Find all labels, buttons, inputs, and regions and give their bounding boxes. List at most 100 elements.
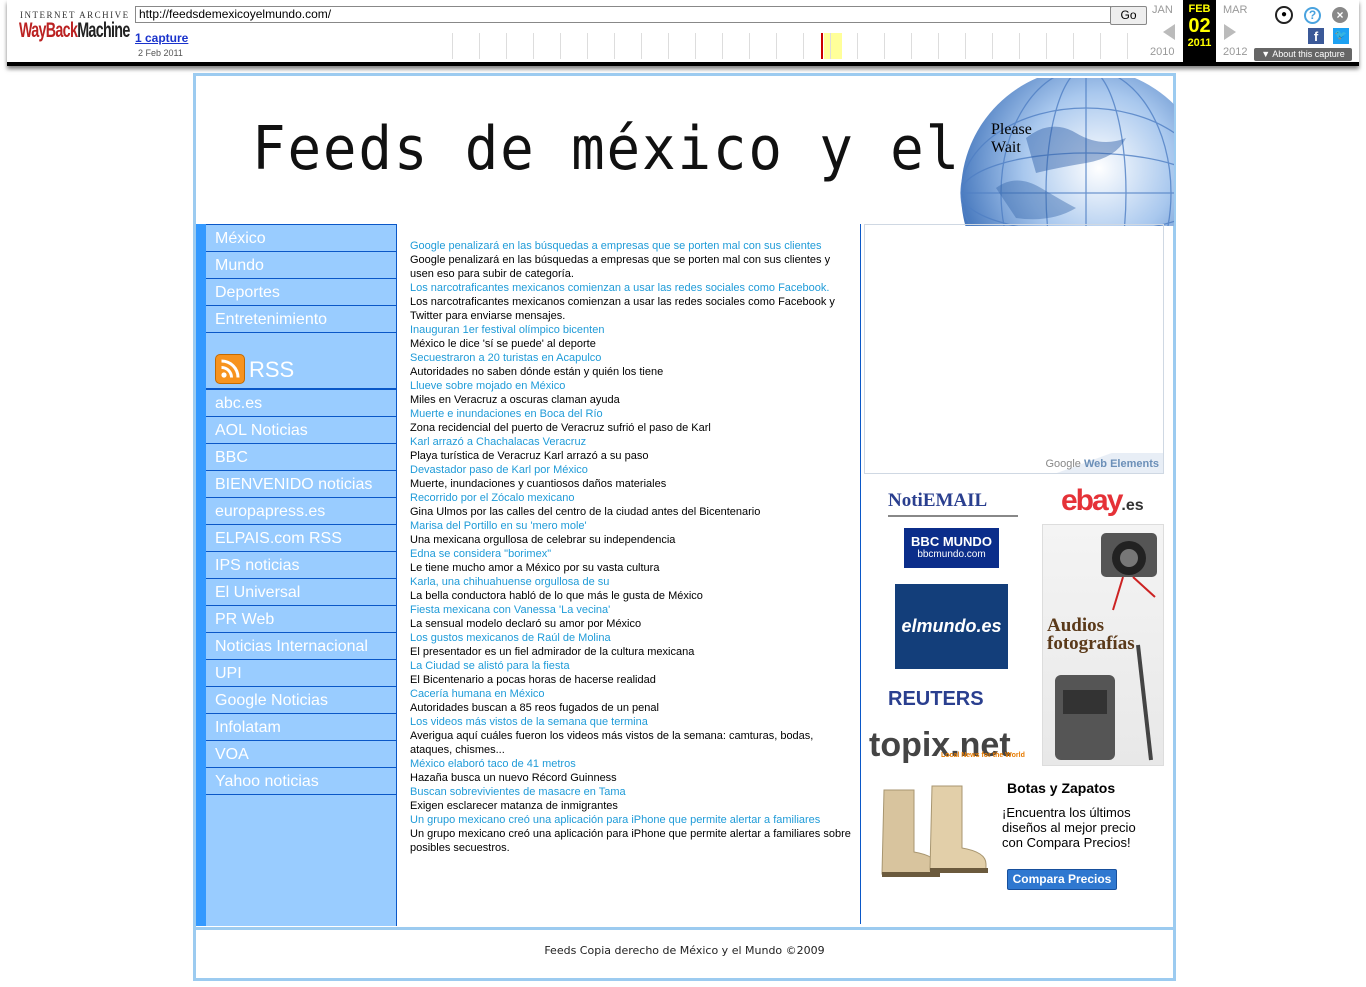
- feed-item-description: Los narcotraficantes mexicanos comienzan…: [410, 296, 835, 322]
- notiemail-logo[interactable]: NotiEMAIL: [888, 490, 987, 512]
- sidebar-item-yahoo[interactable]: Yahoo noticias: [206, 767, 396, 795]
- sparkline-tick: [830, 33, 831, 59]
- wayback-logo[interactable]: WayBackMachine: [19, 19, 130, 43]
- feed-item-title[interactable]: Buscan sobrevivientes de masacre en Tama: [410, 785, 854, 799]
- prev-capture-arrow-icon[interactable]: [1163, 24, 1175, 40]
- next-year-label[interactable]: 2012: [1223, 46, 1247, 58]
- google-web-elements-suffix: Web Elements: [1084, 458, 1159, 470]
- sidebar-item-bienvenido[interactable]: BIENVENIDO noticias: [206, 470, 396, 498]
- sidebar-item-upi[interactable]: UPI: [206, 659, 396, 687]
- next-capture-arrow-icon[interactable]: [1224, 24, 1236, 40]
- prev-month-label[interactable]: JAN: [1152, 4, 1173, 16]
- feed-item-title[interactable]: Karla, una chihuahuense orgullosa de su: [410, 575, 854, 589]
- feed-item-description: Exigen esclarecer matanza de inmigrantes: [410, 800, 618, 812]
- bbc-mundo-logo[interactable]: BBC MUNDO bbcmundo.com: [904, 528, 999, 568]
- feed-item-title[interactable]: Los narcotraficantes mexicanos comienzan…: [410, 281, 854, 295]
- google-web-elements-label[interactable]: Google Web Elements: [1045, 458, 1159, 470]
- sidebar-item-noticias-internacional[interactable]: Noticias Internacional: [206, 632, 396, 660]
- about-capture-button[interactable]: ▼ About this capture: [1254, 48, 1352, 61]
- topix-logo[interactable]: topix.net: [869, 726, 1011, 765]
- sparkline-tick: [452, 33, 453, 59]
- feed-item-title[interactable]: Google penalizará en las búsquedas a emp…: [410, 239, 854, 253]
- sidebar-item-infolatam[interactable]: Infolatam: [206, 713, 396, 741]
- sidebar-item-google-noticias[interactable]: Google Noticias: [206, 686, 396, 714]
- sparkline-tick: [587, 33, 588, 59]
- next-month-label[interactable]: MAR: [1223, 4, 1247, 16]
- sidebar-item-bbc[interactable]: BBC: [206, 443, 396, 471]
- captures-link[interactable]: 1 capture: [135, 31, 188, 45]
- footer-copyright: Feeds Copia derecho de México y el Mundo…: [544, 944, 825, 957]
- ebay-logo[interactable]: ebay.es: [1061, 484, 1144, 518]
- boots-image[interactable]: [876, 784, 988, 884]
- feed-item-title[interactable]: Recorrido por el Zócalo mexicano: [410, 491, 854, 505]
- sidebar-item-europapress[interactable]: europapress.es: [206, 497, 396, 525]
- sidebar-item-prweb[interactable]: PR Web: [206, 605, 396, 633]
- sidebar: México Mundo Deportes Entretenimiento RS…: [196, 224, 397, 926]
- feed-item-title[interactable]: Secuestraron a 20 turistas en Acapulco: [410, 351, 854, 365]
- capture-date: 2 Feb 2011: [138, 48, 183, 58]
- user-icon[interactable]: ●: [1275, 6, 1293, 24]
- feed-item-description: Le tiene mucho amor a México por su vast…: [410, 562, 660, 574]
- sidebar-item-aol[interactable]: AOL Noticias: [206, 416, 396, 444]
- about-capture-label: About this capture: [1272, 49, 1345, 59]
- feed-item-title[interactable]: Los gustos mexicanos de Raúl de Molina: [410, 631, 854, 645]
- sparkline-tick: [776, 33, 777, 59]
- twitter-icon[interactable]: 🐦: [1333, 28, 1349, 44]
- feed-item-title[interactable]: Edna se considera "borimex": [410, 547, 854, 561]
- wayback-logo-way: WayBack: [19, 19, 78, 42]
- sidebar-item-deportes[interactable]: Deportes: [206, 278, 396, 306]
- feed-item-title[interactable]: Un grupo mexicano creó una aplicación pa…: [410, 813, 854, 827]
- feed-item-description: Miles en Veracruz a oscuras claman ayuda: [410, 394, 620, 406]
- please-wait-line1: Please: [991, 121, 1032, 138]
- capture-sparkline[interactable]: [444, 33, 1154, 60]
- prev-year-label[interactable]: 2010: [1150, 46, 1174, 58]
- url-input[interactable]: http://feedsdemexicoyelmundo.com/: [135, 6, 1111, 23]
- sidebar-item-ips[interactable]: IPS noticias: [206, 551, 396, 579]
- sidebar-item-mexico[interactable]: México: [206, 224, 396, 252]
- sidebar-item-mundo[interactable]: Mundo: [206, 251, 396, 279]
- sparkline-tick: [1127, 33, 1128, 59]
- facebook-icon[interactable]: f: [1308, 28, 1324, 44]
- please-wait-text: Please Wait: [991, 121, 1032, 157]
- sidebar-item-elpais[interactable]: ELPAIS.com RSS: [206, 524, 396, 552]
- news-feed: Google penalizará en las búsquedas a emp…: [410, 239, 854, 855]
- go-button[interactable]: Go: [1110, 6, 1147, 25]
- feed-item-description: México le dice 'sí se puede' al deporte: [410, 338, 596, 350]
- audio-fotografias-banner[interactable]: Audios fotografías: [1042, 524, 1164, 766]
- sparkline-tick: [1019, 33, 1020, 59]
- sparkline-tick: [560, 33, 561, 59]
- google-web-elements-box[interactable]: Google Web Elements: [864, 224, 1164, 474]
- sidebar-item-entretenimiento[interactable]: Entretenimiento: [206, 305, 396, 333]
- boots-title: Botas y Zapatos: [1007, 780, 1116, 796]
- feed-item-title[interactable]: México elaboró taco de 41 metros: [410, 757, 854, 771]
- feed-item-title[interactable]: Cacería humana en México: [410, 687, 854, 701]
- feed-item-title[interactable]: La Ciudad se alistó para la fiesta: [410, 659, 854, 673]
- sparkline-tick: [938, 33, 939, 59]
- feed-item-title[interactable]: Fiesta mexicana con Vanessa 'La vecina': [410, 603, 854, 617]
- ebay-logo-es: .es: [1121, 497, 1144, 514]
- topix-tagline: Local News for the World: [941, 752, 1025, 759]
- feed-item-description: La bella conductora habló de lo que más …: [410, 590, 703, 602]
- compara-precios-button[interactable]: Compara Precios: [1007, 869, 1117, 890]
- globe-image: [956, 78, 1174, 226]
- elmundo-logo[interactable]: elmundo.es: [895, 584, 1008, 669]
- sidebar-item-voa[interactable]: VOA: [206, 740, 396, 768]
- sidebar-item-eluniversal[interactable]: El Universal: [206, 578, 396, 606]
- sidebar-item-abc[interactable]: abc.es: [206, 389, 396, 417]
- sparkline-tick: [1100, 33, 1101, 59]
- help-icon[interactable]: ?: [1304, 7, 1321, 24]
- feed-item-title[interactable]: Los videos más vistos de la semana que t…: [410, 715, 854, 729]
- feed-item-title[interactable]: Karl arrazó a Chachalacas Veracruz: [410, 435, 854, 449]
- feed-item-description: La sensual modelo declaró su amor por Mé…: [410, 618, 642, 630]
- feed-item-title[interactable]: Muerte e inundaciones en Boca del Río: [410, 407, 854, 421]
- close-icon[interactable]: ×: [1332, 7, 1348, 23]
- reuters-logo[interactable]: REUTERS: [888, 688, 984, 711]
- feed-item-title[interactable]: Devastador paso de Karl por México: [410, 463, 854, 477]
- current-day-label: 02: [1188, 15, 1211, 37]
- feed-item-title[interactable]: Llueve sobre mojado en México: [410, 379, 854, 393]
- sparkline-tick: [668, 33, 669, 59]
- feed-item-description: Averigua aquí cuáles fueron los videos m…: [410, 730, 814, 756]
- feed-item-title[interactable]: Inauguran 1er festival olímpico bicenten: [410, 323, 854, 337]
- feed-item-title[interactable]: Marisa del Portillo en su 'mero mole': [410, 519, 854, 533]
- feed-item-description: El presentador es un fiel admirador de l…: [410, 646, 695, 658]
